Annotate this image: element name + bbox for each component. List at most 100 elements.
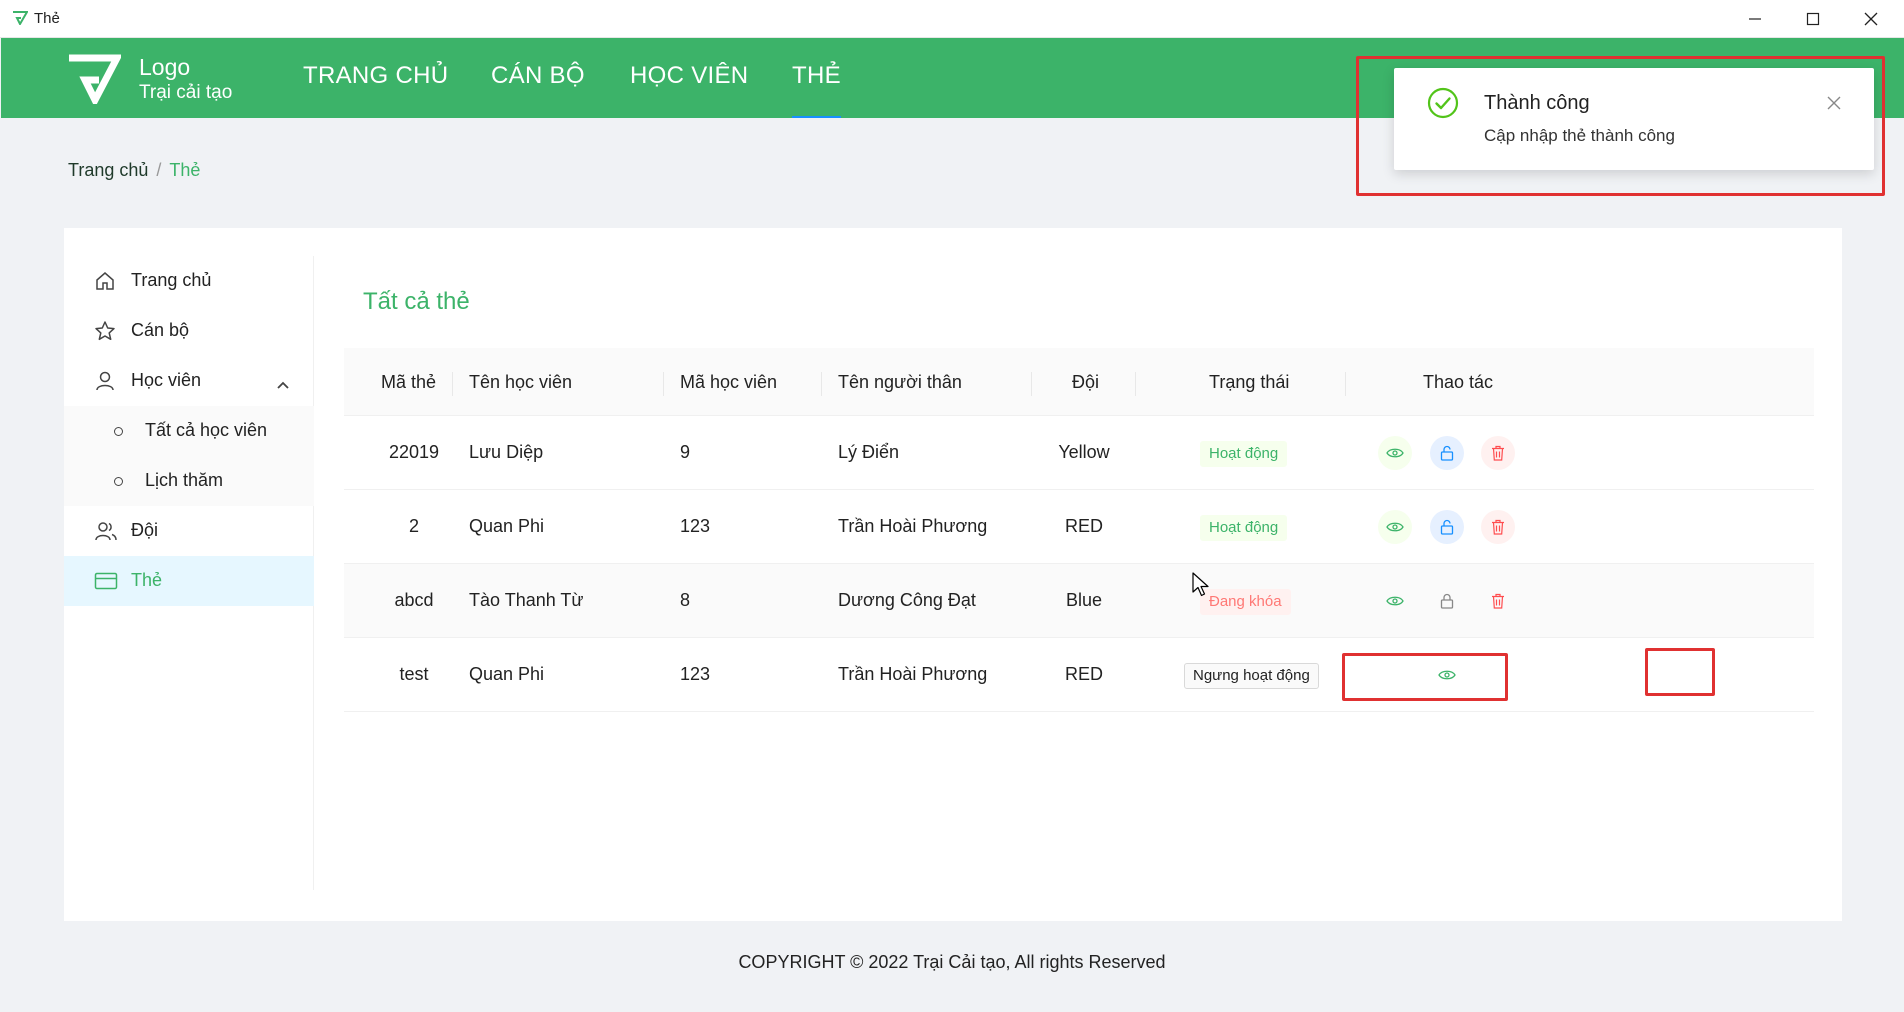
minimize-button[interactable] [1726, 0, 1784, 38]
cell-ten-nguoi-than: Trần Hoài Phương [838, 664, 988, 684]
column-header-trang-thai: Trạng thái [1209, 372, 1290, 392]
cell-ten-nguoi-than: Lý Điển [838, 442, 900, 462]
table-row: test Quan Phi 123 Trần Hoài Phương RED N… [344, 638, 1814, 712]
cell-ma-the: abcd [394, 590, 434, 610]
column-header-ma-hoc-vien: Mã học viên [680, 372, 778, 392]
breadcrumb-home[interactable]: Trang chủ [68, 160, 148, 180]
eye-icon [1386, 448, 1404, 458]
column-header-ten-nguoi-than: Tên người thân [838, 372, 962, 392]
logo-icon[interactable] [65, 54, 123, 109]
column-header-doi: Đội [1072, 372, 1100, 392]
cell-doi: RED [1064, 516, 1103, 536]
column-divider [1345, 372, 1346, 396]
footer-copyright: COPYRIGHT © 2022 Trại Cải tạo, All right… [738, 952, 1166, 972]
column-divider [663, 372, 664, 396]
sidebar-subitem-label: Tất cả học viên [145, 420, 268, 440]
sidebar-item-can-bo[interactable]: Cán bộ [64, 306, 314, 356]
breadcrumb: Trang chủ / Thẻ [68, 160, 200, 181]
sidebar-item-hoc-vien[interactable]: Học viên [64, 356, 314, 406]
bullet-icon [114, 427, 123, 436]
breadcrumb-separator: / [156, 160, 162, 180]
team-icon [94, 520, 118, 547]
cell-doi: Blue [1065, 590, 1103, 610]
nav-can-bo[interactable]: CÁN BỘ [491, 62, 585, 90]
cell-ma-the: test [399, 664, 429, 684]
cell-doi: Yellow [1058, 442, 1110, 462]
column-divider [452, 372, 453, 396]
cell-ten-hoc-vien: Quan Phi [469, 516, 545, 536]
view-button[interactable] [1378, 584, 1412, 618]
star-icon [94, 320, 116, 347]
delete-button[interactable] [1481, 436, 1515, 470]
window-title: Thẻ [34, 10, 60, 27]
table-row: 2 Quan Phi 123 Trần Hoài Phương RED Hoạt… [344, 490, 1814, 564]
cell-ma-the: 2 [408, 516, 419, 536]
highlight-view-button [1645, 648, 1715, 696]
cell-ten-hoc-vien: Tào Thanh Từ [469, 590, 584, 610]
eye-icon [1386, 596, 1404, 606]
cards-table: Mã thẻ Tên học viên Mã học viên Tên ngườ… [344, 348, 1814, 712]
highlight-status-badge [1342, 653, 1508, 701]
maximize-button[interactable] [1784, 0, 1842, 38]
sidebar-item-label: Trang chủ [131, 270, 212, 290]
status-badge: Hoạt động [1200, 441, 1288, 467]
column-header-thao-tac: Thao tác [1423, 372, 1494, 392]
cell-ma-hoc-vien: 123 [680, 664, 711, 684]
sidebar-item-label: Thẻ [131, 570, 163, 590]
sidebar-item-label: Học viên [131, 370, 202, 390]
delete-button[interactable] [1481, 584, 1515, 618]
nav-trang-chu[interactable]: TRANG CHỦ [303, 62, 448, 90]
table-header: Mã thẻ Tên học viên Mã học viên Tên ngườ… [344, 348, 1814, 416]
column-divider [1135, 372, 1136, 396]
delete-button[interactable] [1481, 510, 1515, 544]
app-logo-icon [12, 11, 29, 30]
unlock-icon [1440, 519, 1454, 535]
lock-icon [1440, 593, 1454, 609]
sidebar-item-label: Cán bộ [131, 320, 190, 340]
card-icon [94, 570, 118, 597]
lock-button[interactable] [1430, 584, 1464, 618]
table-row: abcd Tào Thanh Từ 8 Dương Công Đạt Blue … [344, 564, 1814, 638]
table-row: 22019 Lưu Diệp 9 Lý Điển Yellow Hoạt độn… [344, 416, 1814, 490]
lock-button[interactable] [1430, 436, 1464, 470]
cell-ten-hoc-vien: Quan Phi [469, 664, 545, 684]
status-badge: Đang khóa [1200, 589, 1291, 615]
eye-icon [1386, 522, 1404, 532]
cell-ma-hoc-vien: 123 [680, 516, 711, 536]
close-window-button[interactable] [1842, 0, 1900, 38]
logo-subtitle: Trại cải tạo [139, 82, 233, 103]
breadcrumb-current: Thẻ [169, 160, 201, 180]
cell-ten-nguoi-than: Dương Công Đạt [838, 590, 976, 610]
sidebar-item-label: Đội [131, 520, 159, 540]
highlight-notification [1356, 56, 1885, 196]
sidebar-subitem-label: Lịch thăm [145, 470, 224, 490]
bullet-icon [114, 477, 123, 486]
view-button[interactable] [1378, 510, 1412, 544]
cell-ten-nguoi-than: Trần Hoài Phương [838, 516, 988, 536]
window-titlebar: Thẻ [0, 0, 1904, 38]
cell-ten-hoc-vien: Lưu Diệp [469, 442, 544, 462]
nav-the[interactable]: THẺ [792, 62, 841, 118]
unlock-icon [1440, 445, 1454, 461]
column-header-ten-hoc-vien: Tên học viên [469, 372, 573, 392]
sidebar-item-doi[interactable]: Đội [64, 506, 314, 556]
logo-title: Logo [139, 54, 191, 80]
cell-ma-hoc-vien: 8 [680, 590, 691, 610]
home-icon [94, 270, 116, 297]
sidebar-subitem-lich-tham[interactable]: Lịch thăm [64, 456, 314, 506]
sidebar-subitem-tat-ca-hoc-vien[interactable]: Tất cả học viên [64, 406, 314, 456]
view-button[interactable] [1378, 436, 1412, 470]
content-card: Trang chủ Cán bộ Học viên Tất cả học viê… [64, 228, 1842, 921]
column-header-ma-the: Mã thẻ [381, 372, 437, 392]
lock-button[interactable] [1430, 510, 1464, 544]
page-title: Tất cả thẻ [363, 288, 470, 315]
trash-icon [1492, 445, 1504, 461]
sidebar-item-trang-chu[interactable]: Trang chủ [64, 256, 314, 306]
chevron-up-icon [277, 375, 289, 396]
nav-hoc-vien[interactable]: HỌC VIÊN [630, 62, 748, 90]
trash-icon [1492, 519, 1504, 535]
sidebar-item-the[interactable]: Thẻ [64, 556, 314, 606]
user-icon [94, 370, 116, 397]
column-divider [1031, 372, 1032, 396]
sidebar: Trang chủ Cán bộ Học viên Tất cả học viê… [64, 256, 314, 890]
